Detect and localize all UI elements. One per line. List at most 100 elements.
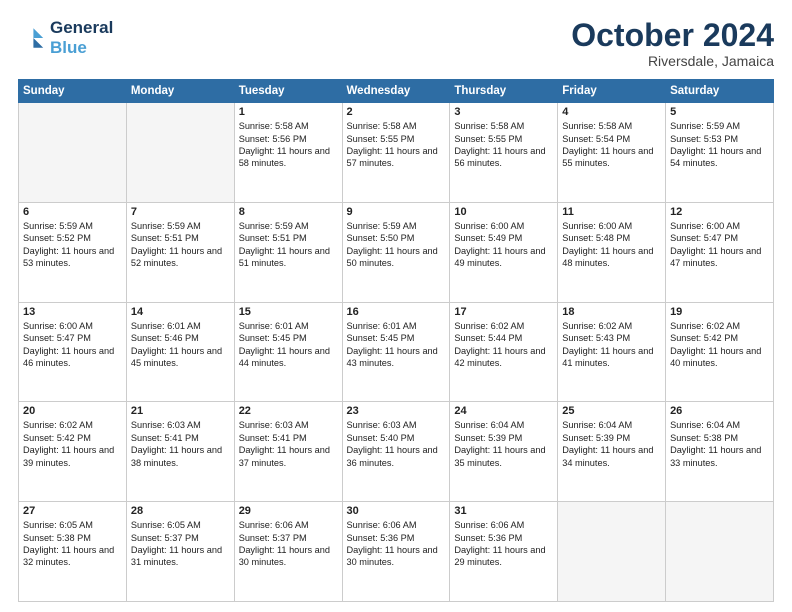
cell-info: Sunrise: 6:04 AMSunset: 5:39 PMDaylight:… [454,419,553,469]
day-number: 19 [670,306,769,318]
header: General Blue October 2024 Riversdale, Ja… [18,18,774,69]
cell-info: Sunrise: 6:06 AMSunset: 5:36 PMDaylight:… [454,519,553,569]
daylight-text: Daylight: 11 hours and 35 minutes. [454,444,553,469]
table-cell: 3Sunrise: 5:58 AMSunset: 5:55 PMDaylight… [450,103,558,203]
cell-info: Sunrise: 6:04 AMSunset: 5:39 PMDaylight:… [562,419,661,469]
table-cell: 7Sunrise: 5:59 AMSunset: 5:51 PMDaylight… [126,202,234,302]
sunrise-text: Sunrise: 6:01 AM [239,320,338,332]
cell-info: Sunrise: 6:05 AMSunset: 5:37 PMDaylight:… [131,519,230,569]
cell-info: Sunrise: 6:01 AMSunset: 5:45 PMDaylight:… [347,320,446,370]
table-cell: 29Sunrise: 6:06 AMSunset: 5:37 PMDayligh… [234,502,342,602]
cell-info: Sunrise: 6:06 AMSunset: 5:36 PMDaylight:… [347,519,446,569]
table-cell: 4 Sunrise: 5:58 AMSunset: 5:54 PMDaylight… [558,103,666,203]
table-cell: 15Sunrise: 6:01 AMSunset: 5:45 PMDayligh… [234,302,342,402]
table-cell: 23Sunrise: 6:03 AMSunset: 5:40 PMDayligh… [342,402,450,502]
sunrise-text: Sunrise: 6:06 AM [347,519,446,531]
cell-info: Sunrise: 5:58 AMSunset: 5:56 PMDaylight:… [239,120,338,170]
week-row-2: 6Sunrise: 5:59 AMSunset: 5:52 PMDaylight… [19,202,774,302]
sunrise-text: Sunrise: 6:05 AM [131,519,230,531]
cell-info: Sunrise: 6:00 AMSunset: 5:48 PMDaylight:… [562,220,661,270]
cell-info: Sunrise: 6:03 AMSunset: 5:41 PMDaylight:… [239,419,338,469]
sunset-text: Sunset: 5:36 PM [347,532,446,544]
daylight-text: Daylight: 11 hours and 29 minutes. [454,544,553,569]
table-cell: 30Sunrise: 6:06 AMSunset: 5:36 PMDayligh… [342,502,450,602]
sunrise-text: Sunrise: 6:02 AM [670,320,769,332]
sunrise-text: Sunrise: 6:00 AM [670,220,769,232]
table-cell: 27Sunrise: 6:05 AMSunset: 5:38 PMDayligh… [19,502,127,602]
day-number: 14 [131,306,230,318]
cell-info: Sunrise: 6:02 AMSunset: 5:44 PMDaylight:… [454,320,553,370]
cell-info: Sunrise: 6:00 AMSunset: 5:47 PMDaylight:… [670,220,769,270]
daylight-text: Daylight: 11 hours and 58 minutes. [239,145,338,170]
day-number: 6 [23,206,122,218]
cell-info: Sunrise: 6:00 AMSunset: 5:49 PMDaylight:… [454,220,553,270]
sunset-text: Sunset: 5:56 PM [239,133,338,145]
table-cell: 6Sunrise: 5:59 AMSunset: 5:52 PMDaylight… [19,202,127,302]
cell-info: Sunrise: 5:59 AMSunset: 5:53 PMDaylight:… [670,120,769,170]
sunrise-text: Sunrise: 5:59 AM [239,220,338,232]
sunrise-text: Sunrise: 5:58 AM [454,120,553,132]
sunset-text: Sunset: 5:46 PM [131,332,230,344]
sunset-text: Sunset: 5:39 PM [454,432,553,444]
title-block: October 2024 Riversdale, Jamaica [571,18,774,69]
daylight-text: Daylight: 11 hours and 36 minutes. [347,444,446,469]
week-row-4: 20Sunrise: 6:02 AMSunset: 5:42 PMDayligh… [19,402,774,502]
week-row-5: 27Sunrise: 6:05 AMSunset: 5:38 PMDayligh… [19,502,774,602]
sunset-text: Sunset: 5:55 PM [347,133,446,145]
day-number: 23 [347,405,446,417]
sunrise-text: Sunrise: 5:58 AM [239,120,338,132]
sunset-text: Sunset: 5:41 PM [239,432,338,444]
day-number: 21 [131,405,230,417]
logo: General Blue [18,18,113,57]
cell-info: Sunrise: 6:04 AMSunset: 5:38 PMDaylight:… [670,419,769,469]
daylight-text: Daylight: 11 hours and 44 minutes. [239,345,338,370]
day-number: 28 [131,505,230,517]
sunset-text: Sunset: 5:47 PM [23,332,122,344]
day-number: 4 [562,106,661,118]
sunset-text: Sunset: 5:39 PM [562,432,661,444]
day-number: 2 [347,106,446,118]
sunset-text: Sunset: 5:42 PM [23,432,122,444]
day-number: 8 [239,206,338,218]
sunrise-text: Sunrise: 6:02 AM [23,419,122,431]
day-number: 13 [23,306,122,318]
sunrise-text: Sunrise: 6:01 AM [347,320,446,332]
table-cell: 24Sunrise: 6:04 AMSunset: 5:39 PMDayligh… [450,402,558,502]
daylight-text: Daylight: 11 hours and 49 minutes. [454,245,553,270]
daylight-text: Daylight: 11 hours and 54 minutes. [670,145,769,170]
cell-info: Sunrise: 5:58 AMSunset: 5:54 PMDaylight:… [562,120,661,170]
sunrise-text: Sunrise: 6:00 AM [454,220,553,232]
daylight-text: Daylight: 11 hours and 48 minutes. [562,245,661,270]
daylight-text: Daylight: 11 hours and 39 minutes. [23,444,122,469]
sunrise-text: Sunrise: 6:00 AM [562,220,661,232]
sunrise-text: Sunrise: 6:04 AM [454,419,553,431]
sunset-text: Sunset: 5:51 PM [131,232,230,244]
table-cell: 10Sunrise: 6:00 AMSunset: 5:49 PMDayligh… [450,202,558,302]
week-row-3: 13Sunrise: 6:00 AMSunset: 5:47 PMDayligh… [19,302,774,402]
sunrise-text: Sunrise: 6:06 AM [239,519,338,531]
sunrise-text: Sunrise: 6:00 AM [23,320,122,332]
col-sunday: Sunday [19,80,127,103]
col-monday: Monday [126,80,234,103]
sunset-text: Sunset: 5:37 PM [239,532,338,544]
daylight-text: Daylight: 11 hours and 42 minutes. [454,345,553,370]
sunset-text: Sunset: 5:48 PM [562,232,661,244]
daylight-text: Daylight: 11 hours and 50 minutes. [347,245,446,270]
logo-icon [18,24,46,52]
location-subtitle: Riversdale, Jamaica [571,53,774,69]
day-number: 22 [239,405,338,417]
sunrise-text: Sunrise: 5:58 AM [562,120,661,132]
daylight-text: Daylight: 11 hours and 41 minutes. [562,345,661,370]
table-cell: 16Sunrise: 6:01 AMSunset: 5:45 PMDayligh… [342,302,450,402]
sunset-text: Sunset: 5:37 PM [131,532,230,544]
daylight-text: Daylight: 11 hours and 51 minutes. [239,245,338,270]
col-saturday: Saturday [666,80,774,103]
daylight-text: Daylight: 11 hours and 46 minutes. [23,345,122,370]
sunset-text: Sunset: 5:38 PM [670,432,769,444]
table-cell: 28 Sunrise: 6:05 AMSunset: 5:37 PMDayligh… [126,502,234,602]
table-cell: 17Sunrise: 6:02 AMSunset: 5:44 PMDayligh… [450,302,558,402]
daylight-text: Daylight: 11 hours and 52 minutes. [131,245,230,270]
cell-info: Sunrise: 5:58 AMSunset: 5:55 PMDaylight:… [454,120,553,170]
sunset-text: Sunset: 5:42 PM [670,332,769,344]
daylight-text: Daylight: 11 hours and 37 minutes. [239,444,338,469]
